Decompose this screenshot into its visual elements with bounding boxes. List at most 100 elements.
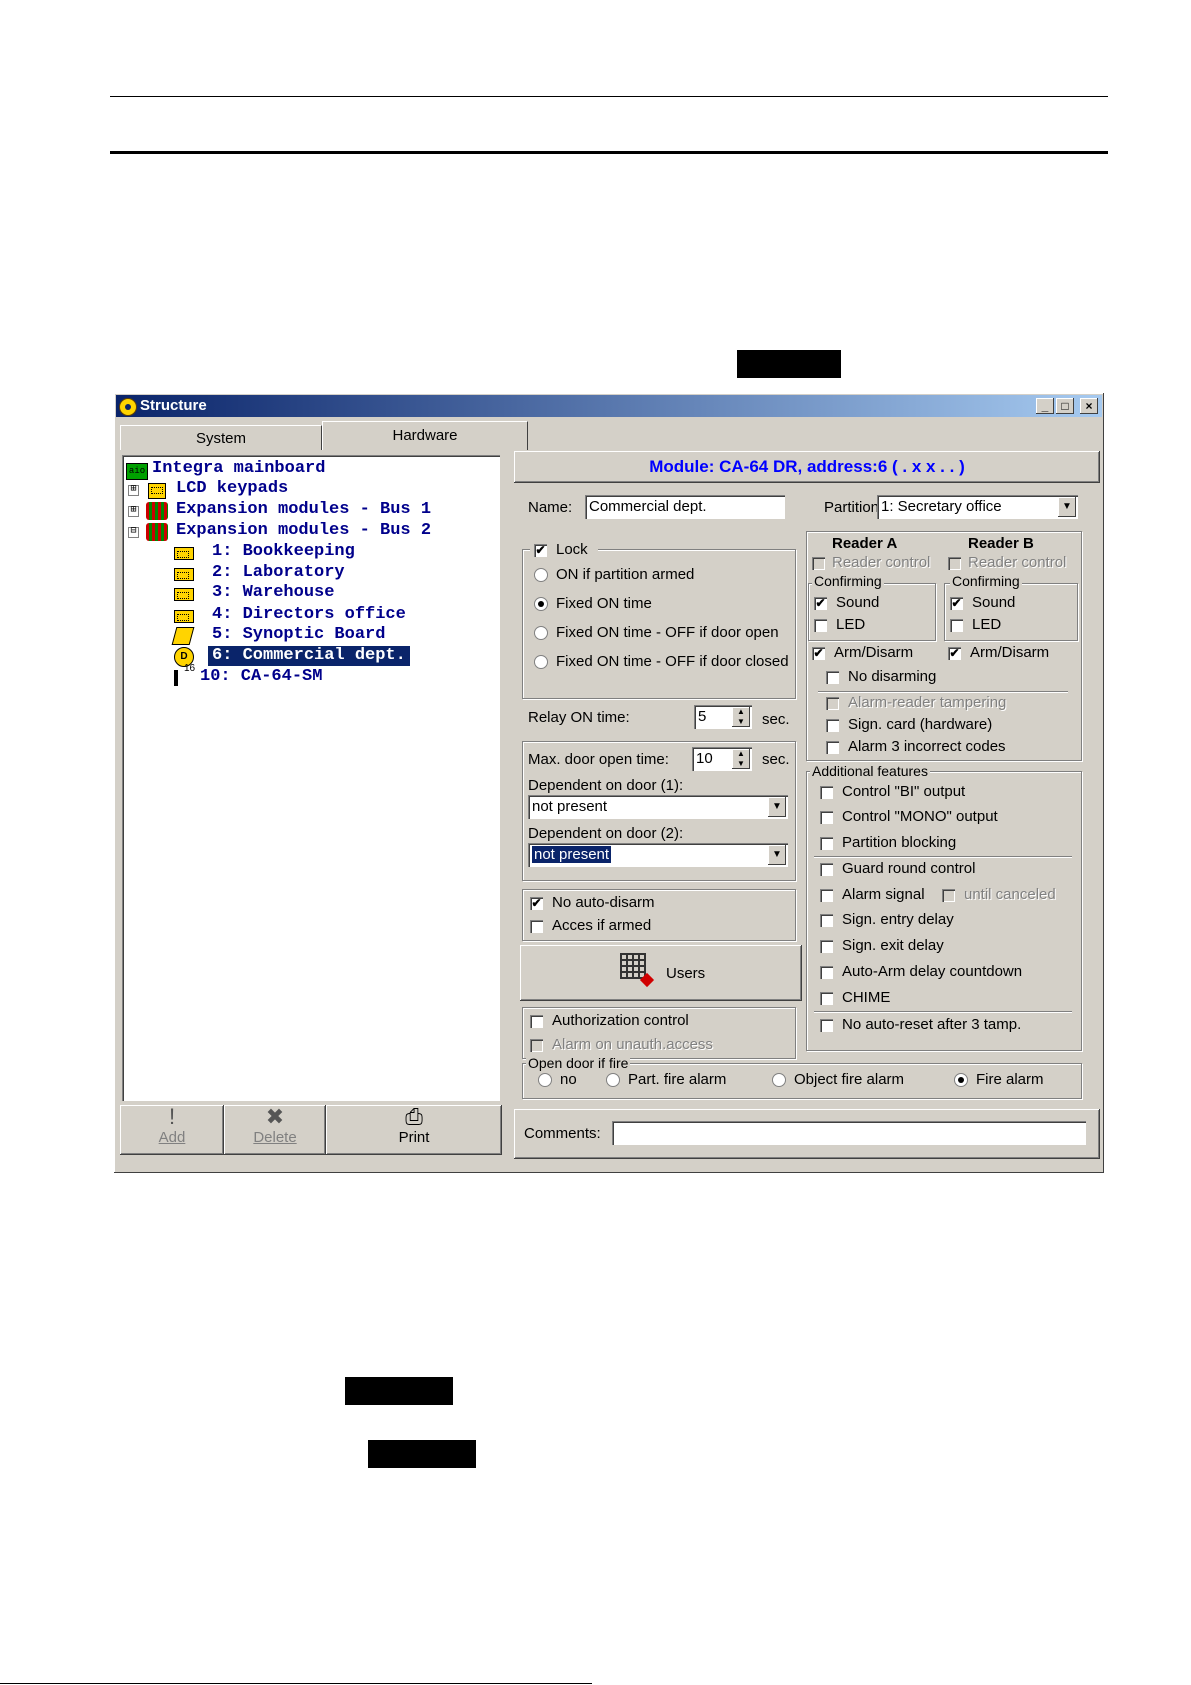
authorization-control-label: Authorization control [552, 1012, 689, 1029]
fire-alarm-radio[interactable] [954, 1073, 968, 1087]
lock-option-4-radio[interactable] [534, 655, 548, 669]
sign-exit-checkbox[interactable] [820, 940, 833, 953]
reader-b-arm-disarm-checkbox[interactable]: ✔ [948, 647, 961, 660]
sign-exit-label: Sign. exit delay [842, 937, 944, 954]
expand-toggle-icon[interactable]: ⊞ [128, 485, 139, 496]
chevron-down-icon[interactable]: ▼ [1058, 497, 1076, 517]
expand-toggle-icon[interactable]: ⊞ [128, 506, 139, 517]
alarm-unauth-checkbox[interactable] [530, 1039, 543, 1052]
alarm-unauth-label: Alarm on unauth.access [552, 1036, 713, 1053]
sign-entry-checkbox[interactable] [820, 914, 833, 927]
relay-unit: sec. [762, 711, 790, 728]
fire-object-label: Object fire alarm [794, 1071, 905, 1088]
redaction-block [737, 350, 841, 378]
reader-b-arm-disarm-label: Arm/Disarm [970, 644, 1050, 661]
name-input[interactable]: Commercial dept. [585, 495, 785, 519]
add-icon: ! [168, 1104, 176, 1129]
reader-a-arm-disarm-checkbox[interactable]: ✔ [812, 647, 825, 660]
tab-hardware[interactable]: Hardware [322, 421, 528, 450]
additional-separator [814, 1011, 1072, 1012]
chevron-down-icon[interactable]: ▼ [768, 845, 786, 865]
sign-card-checkbox[interactable] [826, 719, 839, 732]
alarm-3-codes-checkbox[interactable] [826, 741, 839, 754]
window-title: Structure [140, 397, 207, 414]
fire-no-radio[interactable] [538, 1073, 552, 1087]
tree-item-lcd-keypads[interactable]: LCD keypads [176, 479, 288, 499]
reader-a-led-label: LED [836, 616, 866, 633]
until-canceled-checkbox[interactable] [942, 889, 955, 902]
tree-item-module-1[interactable]: 1: Bookkeeping [212, 542, 355, 562]
no-auto-disarm-checkbox[interactable]: ✔ [530, 897, 543, 910]
alarm-signal-checkbox[interactable] [820, 889, 833, 902]
add-button[interactable]: ! Add [120, 1105, 224, 1155]
reader-a-sound-checkbox[interactable]: ✔ [814, 597, 827, 610]
alarm-reader-tampering-checkbox[interactable] [826, 697, 839, 710]
reader-a-led-checkbox[interactable] [814, 619, 827, 632]
comments-input[interactable] [612, 1121, 1086, 1145]
control-mono-checkbox[interactable] [820, 811, 833, 824]
no-auto-disarm-label: No auto-disarm [552, 894, 655, 911]
control-bi-label: Control "BI" output [842, 783, 966, 800]
reader-b-led-checkbox[interactable] [950, 619, 963, 632]
dep1-select[interactable]: not present ▼ [528, 795, 788, 819]
max-door-spinner[interactable]: 10 ▲ ▼ [692, 747, 752, 771]
tab-system[interactable]: System [120, 425, 322, 450]
redaction-block [368, 1440, 476, 1468]
sign-entry-label: Sign. entry delay [842, 911, 954, 928]
auto-arm-checkbox[interactable] [820, 966, 833, 979]
tree-item-module-3[interactable]: 3: Warehouse [212, 583, 334, 603]
dep2-select[interactable]: not present ▼ [528, 843, 788, 867]
tree-item-module-6-selected[interactable]: 6: Commercial dept. [208, 646, 410, 666]
partition-blocking-label: Partition blocking [842, 834, 957, 851]
alarm-reader-tampering-label: Alarm-reader tampering [848, 694, 1007, 711]
lock-checkbox[interactable]: ✔ [534, 544, 547, 557]
chevron-down-icon[interactable]: ▼ [768, 797, 786, 817]
lock-option-1-radio[interactable] [534, 568, 548, 582]
relay-spinner[interactable]: 5 ▲ ▼ [694, 705, 752, 729]
chime-checkbox[interactable] [820, 992, 833, 1005]
additional-separator [814, 856, 1072, 857]
reader-a-control-checkbox[interactable] [812, 557, 825, 570]
print-button[interactable]: ⎙ Print [326, 1105, 502, 1155]
tree-item-module-5[interactable]: 5: Synoptic Board [212, 625, 385, 645]
authorization-control-checkbox[interactable] [530, 1015, 543, 1028]
guard-round-checkbox[interactable] [820, 863, 833, 876]
max-door-label: Max. door open time: [528, 751, 669, 768]
tree-item-mainboard[interactable]: Integra mainboard [152, 459, 325, 479]
synoptic-icon [171, 627, 195, 645]
collapse-toggle-icon[interactable]: ⊟ [128, 527, 139, 538]
acces-if-armed-checkbox[interactable] [530, 920, 543, 933]
tree-item-module-2[interactable]: 2: Laboratory [212, 563, 345, 583]
delete-button[interactable]: ✖ Delete [224, 1105, 326, 1155]
printer-icon: ⎙ [405, 1104, 423, 1129]
tree-item-module-4[interactable]: 4: Directors office [212, 605, 406, 625]
maximize-button[interactable]: □ [1056, 398, 1074, 414]
no-disarming-checkbox[interactable] [826, 671, 839, 684]
chime-label: CHIME [842, 989, 891, 1006]
spinner-arrows-icon[interactable]: ▲ ▼ [732, 749, 750, 769]
control-bi-checkbox[interactable] [820, 786, 833, 799]
hardware-tree[interactable]: aio Integra mainboard ⊞ LCD keypads ⊞ Ex… [122, 455, 500, 1101]
reader-b-sound-checkbox[interactable]: ✔ [950, 597, 963, 610]
partition-select[interactable]: 1: Secretary office ▼ [877, 495, 1078, 519]
no-auto-reset-checkbox[interactable] [820, 1019, 833, 1032]
tree-item-bus-1[interactable]: Expansion modules - Bus 1 [176, 500, 431, 520]
lock-option-3-radio[interactable] [534, 626, 548, 640]
spinner-arrows-icon[interactable]: ▲ ▼ [732, 707, 750, 727]
readers-separator [818, 691, 1068, 692]
lock-option-2-radio[interactable] [534, 597, 548, 611]
print-label: Print [398, 1129, 430, 1146]
reader-a-control-label: Reader control [832, 554, 931, 571]
users-button[interactable]: Users [520, 945, 802, 1001]
dep2-value: not present [532, 846, 612, 863]
reader-b-control-checkbox[interactable] [948, 557, 961, 570]
expanders-icon [146, 502, 168, 520]
tree-item-bus-2[interactable]: Expansion modules - Bus 2 [176, 521, 431, 541]
fire-object-radio[interactable] [772, 1073, 786, 1087]
tree-item-module-10[interactable]: 10: CA-64-SM [200, 667, 322, 687]
title-bar[interactable]: Structure _ □ × [116, 395, 1102, 417]
close-button[interactable]: × [1080, 398, 1098, 414]
minimize-button[interactable]: _ [1036, 398, 1054, 414]
partition-blocking-checkbox[interactable] [820, 837, 833, 850]
fire-part-radio[interactable] [606, 1073, 620, 1087]
